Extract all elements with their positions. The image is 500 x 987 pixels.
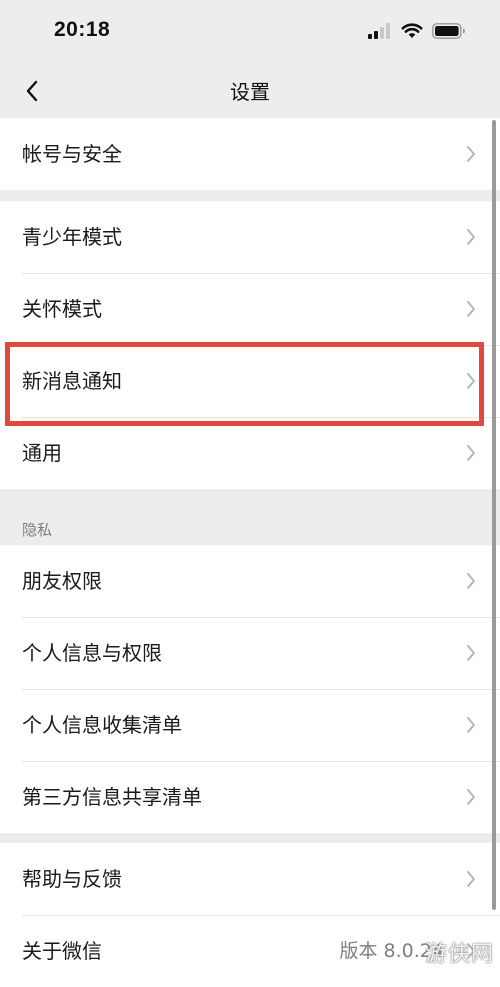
settings-item-friend-permissions[interactable]: 朋友权限 [0, 545, 500, 617]
about-section: 帮助与反馈 关于微信 版本 8.0.24 [0, 843, 500, 987]
page-title: 设置 [230, 80, 270, 104]
chevron-right-icon [467, 645, 475, 661]
wifi-icon [401, 23, 423, 38]
settings-item-personal-info-collection[interactable]: 个人信息收集清单 [0, 689, 500, 761]
settings-item-about-wechat[interactable]: 关于微信 版本 8.0.24 [0, 915, 500, 987]
settings-item-help-feedback[interactable]: 帮助与反馈 [0, 843, 500, 915]
status-time: 20:18 [54, 18, 111, 41]
settings-item-account-security[interactable]: 帐号与安全 [0, 118, 500, 190]
status-icons [368, 23, 466, 39]
chevron-right-icon [467, 789, 475, 805]
settings-item-label: 帐号与安全 [22, 142, 122, 166]
account-section: 帐号与安全 [0, 118, 500, 190]
settings-item-personal-info-permissions[interactable]: 个人信息与权限 [0, 617, 500, 689]
chevron-right-icon [467, 229, 475, 245]
settings-item-label: 个人信息与权限 [22, 641, 162, 665]
settings-item-new-message-notifications[interactable]: 新消息通知 [0, 345, 500, 417]
status-bar: 20:18 [0, 0, 500, 64]
modes-section: 青少年模式 关怀模式 新消息通知 通用 [0, 201, 500, 489]
chevron-right-icon [467, 871, 475, 887]
chevron-right-icon [467, 943, 475, 959]
settings-item-label: 帮助与反馈 [22, 867, 122, 891]
settings-item-care-mode[interactable]: 关怀模式 [0, 273, 500, 345]
settings-item-label: 青少年模式 [22, 225, 122, 249]
settings-item-label: 个人信息收集清单 [22, 713, 182, 737]
chevron-right-icon [467, 445, 475, 461]
settings-item-label: 通用 [22, 441, 62, 465]
settings-item-teen-mode[interactable]: 青少年模式 [0, 201, 500, 273]
version-value: 版本 8.0.24 [339, 940, 444, 962]
settings-item-label: 新消息通知 [22, 369, 122, 393]
settings-item-label: 关怀模式 [22, 297, 102, 321]
chevron-right-icon [467, 146, 475, 162]
settings-item-label: 朋友权限 [22, 569, 102, 593]
chevron-right-icon [467, 301, 475, 317]
section-header-privacy: 隐私 [22, 521, 53, 539]
battery-icon [432, 23, 465, 39]
settings-item-label: 第三方信息共享清单 [22, 785, 202, 809]
chevron-right-icon [467, 717, 475, 733]
nav-bar: 设置 [0, 64, 500, 118]
settings-item-general[interactable]: 通用 [0, 417, 500, 489]
scroll-indicator [492, 120, 496, 910]
settings-item-label: 关于微信 [22, 939, 102, 963]
chevron-right-icon [467, 573, 475, 589]
settings-item-third-party-sharing[interactable]: 第三方信息共享清单 [0, 761, 500, 833]
chevron-right-icon [467, 373, 475, 389]
signal-icon [368, 23, 390, 39]
privacy-section: 朋友权限 个人信息与权限 个人信息收集清单 第三方信息共享清单 [0, 545, 500, 833]
